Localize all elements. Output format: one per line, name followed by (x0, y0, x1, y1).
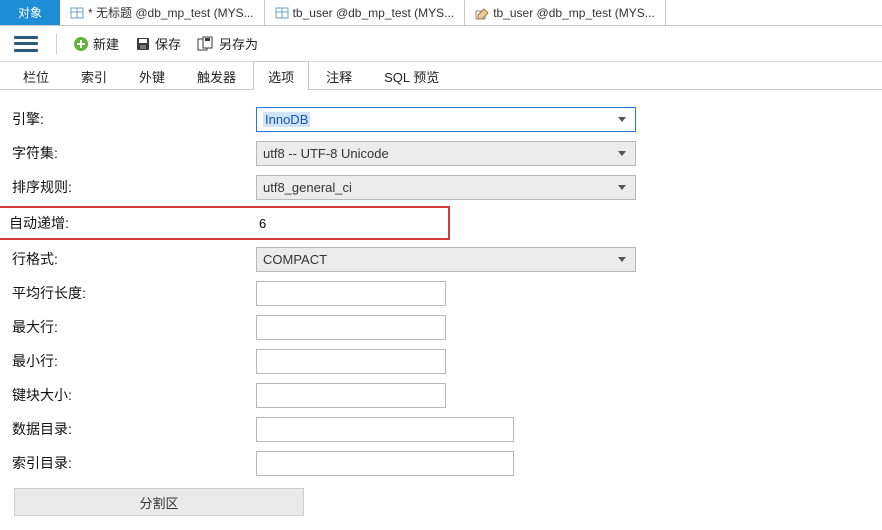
toolbar: 新建 保存 另存为 (0, 26, 882, 62)
label-charset: 字符集: (0, 143, 256, 163)
row-engine: 引擎: InnoDB (0, 102, 882, 136)
divider (56, 33, 57, 55)
toolbar-label: 保存 (155, 34, 181, 53)
label-avg-row-len: 平均行长度: (0, 283, 256, 303)
label-row-format: 行格式: (0, 249, 256, 269)
doc-tab-label: tb_user @db_mp_test (MYS... (493, 6, 655, 20)
save-icon (135, 36, 151, 52)
row-min-rows: 最小行: (0, 344, 882, 378)
doc-tab-label: tb_user @db_mp_test (MYS... (293, 6, 455, 20)
avg-row-len-input[interactable] (256, 281, 446, 306)
max-rows-input[interactable] (256, 315, 446, 340)
plus-icon (73, 36, 89, 52)
tab-comment[interactable]: 注释 (311, 61, 367, 90)
tab-indexes[interactable]: 索引 (66, 61, 122, 90)
engine-select[interactable]: InnoDB (256, 107, 636, 132)
label-data-dir: 数据目录: (0, 419, 256, 439)
save-button[interactable]: 保存 (129, 32, 187, 55)
table-icon (275, 6, 289, 20)
row-data-dir: 数据目录: (0, 412, 882, 446)
min-rows-input[interactable] (256, 349, 446, 374)
doc-tab-objects[interactable]: 对象 (0, 0, 60, 25)
row-format-select[interactable]: COMPACT (256, 247, 636, 272)
row-key-block: 键块大小: (0, 378, 882, 412)
table-icon (70, 6, 84, 20)
index-dir-input[interactable] (256, 451, 514, 476)
row-charset: 字符集: utf8 -- UTF-8 Unicode (0, 136, 882, 170)
saveas-icon (197, 36, 215, 52)
select-value: COMPACT (263, 252, 327, 267)
tab-sql-preview[interactable]: SQL 预览 (369, 61, 454, 90)
row-max-rows: 最大行: (0, 310, 882, 344)
select-value: InnoDB (263, 112, 310, 127)
select-value: utf8_general_ci (263, 180, 352, 195)
auto-increment-input[interactable] (253, 211, 443, 236)
label-max-rows: 最大行: (0, 317, 256, 337)
doc-tab-tbuser-1[interactable]: tb_user @db_mp_test (MYS... (265, 0, 466, 25)
chevron-down-icon (613, 144, 631, 163)
chevron-down-icon (613, 178, 631, 197)
new-button[interactable]: 新建 (67, 32, 125, 55)
page-tabs: 栏位 索引 外键 触发器 选项 注释 SQL 预览 (0, 62, 882, 90)
tab-options[interactable]: 选项 (253, 61, 309, 90)
design-icon (475, 6, 489, 20)
label-key-block: 键块大小: (0, 385, 256, 405)
doc-tab-label: 对象 (18, 4, 42, 21)
tab-foreign-keys[interactable]: 外键 (124, 61, 180, 90)
label-index-dir: 索引目录: (0, 453, 256, 473)
document-tabs: 对象 * 无标题 @db_mp_test (MYS... tb_user @db… (0, 0, 882, 26)
row-index-dir: 索引目录: (0, 446, 882, 480)
doc-tab-tbuser-2[interactable]: tb_user @db_mp_test (MYS... (465, 0, 666, 25)
saveas-button[interactable]: 另存为 (191, 32, 264, 55)
options-form: 引擎: InnoDB 字符集: utf8 -- UTF-8 Unicode 排序… (0, 90, 882, 516)
collation-select[interactable]: utf8_general_ci (256, 175, 636, 200)
menu-icon[interactable] (14, 36, 38, 52)
label-collation: 排序规则: (0, 177, 256, 197)
partition-label: 分割区 (139, 493, 178, 512)
select-value: utf8 -- UTF-8 Unicode (263, 146, 389, 161)
charset-select[interactable]: utf8 -- UTF-8 Unicode (256, 141, 636, 166)
chevron-down-icon (613, 250, 631, 269)
data-dir-input[interactable] (256, 417, 514, 442)
label-auto-increment: 自动递增: (1, 213, 253, 233)
partition-button[interactable]: 分割区 (14, 488, 304, 516)
row-collation: 排序规则: utf8_general_ci (0, 170, 882, 204)
label-engine: 引擎: (0, 109, 256, 129)
row-row-format: 行格式: COMPACT (0, 242, 882, 276)
row-auto-increment: 自动递增: (0, 206, 450, 240)
toolbar-label: 新建 (93, 34, 119, 53)
tab-columns[interactable]: 栏位 (8, 61, 64, 90)
doc-tab-label: * 无标题 @db_mp_test (MYS... (88, 4, 254, 21)
label-min-rows: 最小行: (0, 351, 256, 371)
toolbar-label: 另存为 (219, 34, 258, 53)
row-avg-row-len: 平均行长度: (0, 276, 882, 310)
tab-triggers[interactable]: 触发器 (182, 61, 251, 90)
key-block-input[interactable] (256, 383, 446, 408)
chevron-down-icon (613, 110, 631, 129)
doc-tab-untitled[interactable]: * 无标题 @db_mp_test (MYS... (60, 0, 265, 25)
